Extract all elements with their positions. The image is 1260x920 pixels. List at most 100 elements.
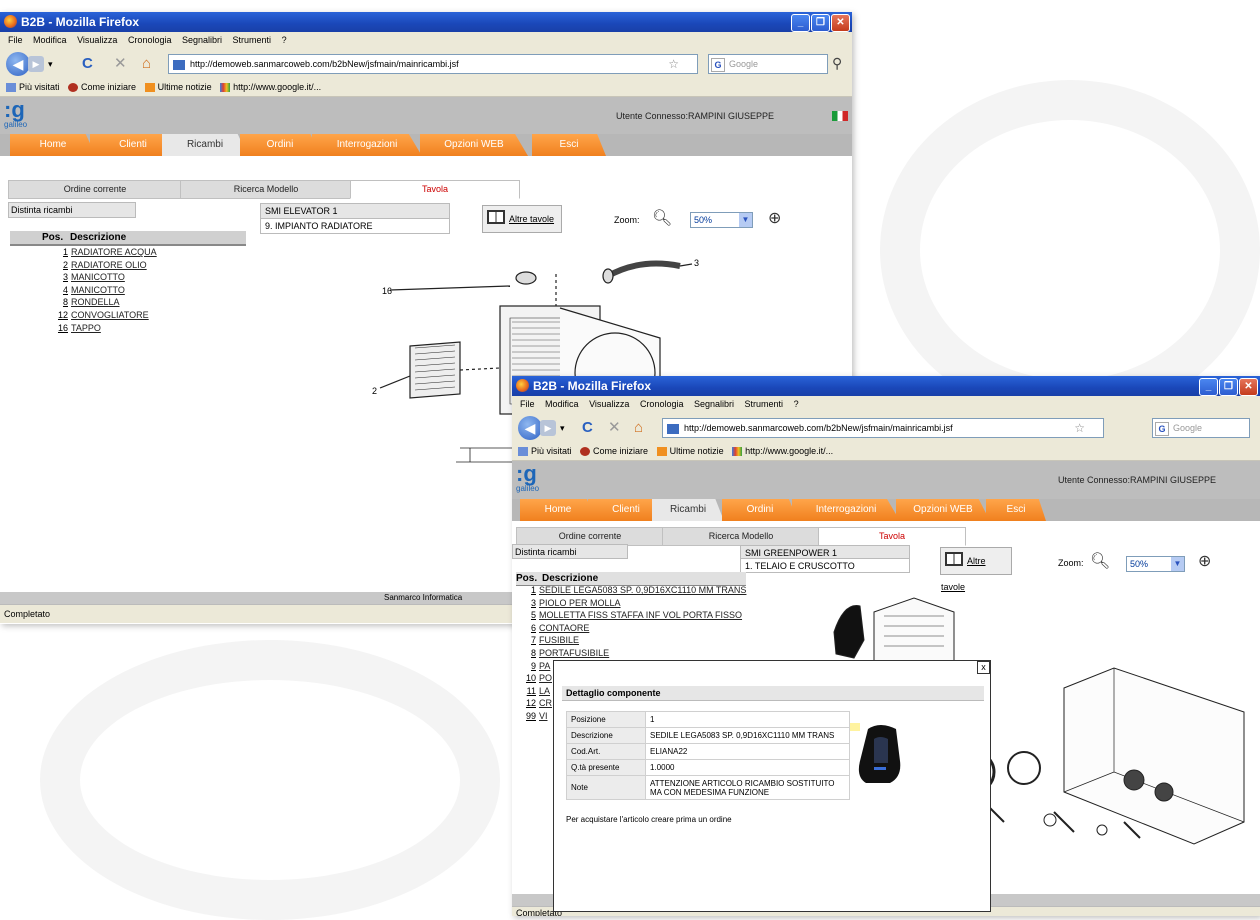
part-description-link[interactable]: CONTAORE (539, 623, 589, 633)
menu-visualizza[interactable]: Visualizza (589, 399, 629, 409)
list-item[interactable]: 7 FUSIBILE (516, 634, 756, 647)
part-description-link[interactable]: TAPPO (71, 323, 101, 333)
menu-help[interactable]: ? (282, 35, 287, 45)
tab-interrogazioni[interactable]: Interrogazioni (792, 499, 900, 521)
italian-flag-icon[interactable] (832, 111, 848, 121)
list-item[interactable]: 8 PORTAFUSIBILE (516, 647, 756, 660)
tab-home[interactable]: Home (520, 499, 596, 521)
part-description-link[interactable]: RADIATORE OLIO (71, 260, 147, 270)
bookmark-piu-visitati[interactable]: Più visitati (6, 82, 60, 93)
part-position[interactable]: 9 (516, 660, 539, 673)
bookmark-star-icon[interactable]: ☆ (1074, 419, 1085, 437)
part-description-link[interactable]: MANICOTTO (71, 285, 125, 295)
home-icon[interactable]: ⌂ (142, 56, 151, 72)
part-position[interactable]: 3 (516, 597, 539, 610)
list-item[interactable]: 1 RADIATORE ACQUA (10, 246, 250, 259)
bookmark-come-iniziare[interactable]: Come iniziare (580, 446, 648, 457)
maximize-button[interactable]: ❐ (811, 14, 830, 32)
menu-strumenti[interactable]: Strumenti (745, 399, 784, 409)
tab-ordini[interactable]: Ordini (240, 134, 320, 156)
part-position[interactable]: 7 (516, 634, 539, 647)
menu-help[interactable]: ? (794, 399, 799, 409)
part-position[interactable]: 99 (516, 710, 539, 723)
part-position[interactable]: 2 (10, 259, 71, 272)
dropdown-arrow-icon[interactable]: ▾ (560, 420, 565, 436)
address-bar[interactable]: http://demoweb.sanmarcoweb.com/b2bNew/js… (168, 54, 698, 74)
part-description-link[interactable]: CR (539, 698, 552, 708)
part-description-link[interactable]: PA (539, 661, 550, 671)
part-position[interactable]: 1 (516, 584, 539, 597)
minimize-button[interactable]: _ (1199, 378, 1218, 396)
reload-icon[interactable]: C (582, 420, 593, 436)
tab-esci[interactable]: Esci (532, 134, 606, 156)
reload-icon[interactable]: C (82, 56, 93, 72)
bookmark-star-icon[interactable]: ☆ (668, 55, 679, 73)
menu-file[interactable]: File (8, 35, 23, 45)
menu-file[interactable]: File (520, 399, 535, 409)
menu-visualizza[interactable]: Visualizza (77, 35, 117, 45)
search-box[interactable]: G Google (1152, 418, 1250, 438)
part-description-link[interactable]: FUSIBILE (539, 635, 579, 645)
menu-segnalibri[interactable]: Segnalibri (694, 399, 734, 409)
forward-button[interactable]: ▶ (28, 56, 44, 72)
subtab-ordine-corrente[interactable]: Ordine corrente (8, 180, 182, 199)
list-item[interactable]: 6 CONTAORE (516, 622, 756, 635)
zoom-out-icon[interactable]: 🔍︎ (652, 208, 672, 228)
back-button[interactable]: ◀ (518, 416, 542, 440)
address-bar[interactable]: http://demoweb.sanmarcoweb.com/b2bNew/js… (662, 418, 1104, 438)
menu-cronologia[interactable]: Cronologia (640, 399, 684, 409)
part-description-link[interactable]: LA (539, 686, 550, 696)
close-icon[interactable]: x (977, 661, 990, 674)
tab-home[interactable]: Home (10, 134, 96, 156)
back-button[interactable]: ◀ (6, 52, 30, 76)
part-position[interactable]: 5 (516, 609, 539, 622)
part-position[interactable]: 8 (10, 296, 71, 309)
part-description-link[interactable]: MOLLETTA FISS STAFFA INF VOL PORTA FISSO (539, 610, 742, 620)
part-position[interactable]: 12 (10, 309, 71, 322)
bookmark-come-iniziare[interactable]: Come iniziare (68, 82, 136, 93)
menu-segnalibri[interactable]: Segnalibri (182, 35, 222, 45)
forward-button[interactable]: ▶ (540, 420, 556, 436)
zoom-out-icon[interactable]: 🔍︎ (1090, 551, 1110, 571)
part-position[interactable]: 16 (10, 322, 71, 335)
list-item[interactable]: 12 CONVOGLIATORE (10, 309, 250, 322)
tab-opzioni-web[interactable]: Opzioni WEB (420, 134, 528, 156)
menu-modifica[interactable]: Modifica (545, 399, 579, 409)
zoom-in-icon[interactable]: ⊕ (768, 208, 781, 228)
tab-interrogazioni[interactable]: Interrogazioni (312, 134, 422, 156)
zoom-in-icon[interactable]: ⊕ (1198, 551, 1211, 571)
subtab-ricerca-modello[interactable]: Ricerca Modello (180, 180, 352, 199)
part-description-link[interactable]: MANICOTTO (71, 272, 125, 282)
part-description-link[interactable]: PORTAFUSIBILE (539, 648, 609, 658)
list-item[interactable]: 1 SEDILE LEGA5083 SP. 0,9D16XC1110 MM TRA… (516, 584, 756, 597)
part-position[interactable]: 4 (10, 284, 71, 297)
dropdown-arrow-icon[interactable]: ▾ (48, 56, 53, 72)
zoom-select[interactable]: 50% ▼ (1126, 556, 1185, 572)
part-description-link[interactable]: CONVOGLIATORE (71, 310, 149, 320)
part-position[interactable]: 12 (516, 697, 539, 710)
bookmark-ultime-notizie[interactable]: Ultime notizie (656, 446, 724, 457)
part-description-link[interactable]: PIOLO PER MOLLA (539, 598, 621, 608)
list-item[interactable]: 8 RONDELLA (10, 296, 250, 309)
list-item[interactable]: 3 MANICOTTO (10, 271, 250, 284)
tab-ricambi[interactable]: Ricambi (162, 134, 248, 156)
part-position[interactable]: 6 (516, 622, 539, 635)
part-description-link[interactable]: SEDILE LEGA5083 SP. 0,9D16XC1110 MM TRAN… (539, 585, 746, 595)
tab-esci[interactable]: Esci (986, 499, 1046, 521)
home-icon[interactable]: ⌂ (634, 420, 643, 436)
altre-tavole-button[interactable]: Altre tavole (940, 547, 1012, 592)
search-box[interactable]: G Google (708, 54, 828, 74)
bookmark-google[interactable]: http://www.google.it/... (732, 446, 833, 457)
altre-tavole-button[interactable]: Altre tavole (482, 205, 562, 233)
menu-modifica[interactable]: Modifica (33, 35, 67, 45)
bookmark-piu-visitati[interactable]: Più visitati (518, 446, 572, 457)
zoom-select[interactable]: 50% ▼ (690, 212, 753, 228)
part-description-link[interactable]: VI (539, 711, 548, 721)
list-item[interactable]: 4 MANICOTTO (10, 284, 250, 297)
minimize-button[interactable]: _ (791, 14, 810, 32)
close-button[interactable]: ✕ (831, 14, 850, 32)
tab-ordini[interactable]: Ordini (722, 499, 798, 521)
stop-icon[interactable]: ✕ (608, 420, 621, 436)
close-button[interactable]: ✕ (1239, 378, 1258, 396)
list-item[interactable]: 2 RADIATORE OLIO (10, 259, 250, 272)
